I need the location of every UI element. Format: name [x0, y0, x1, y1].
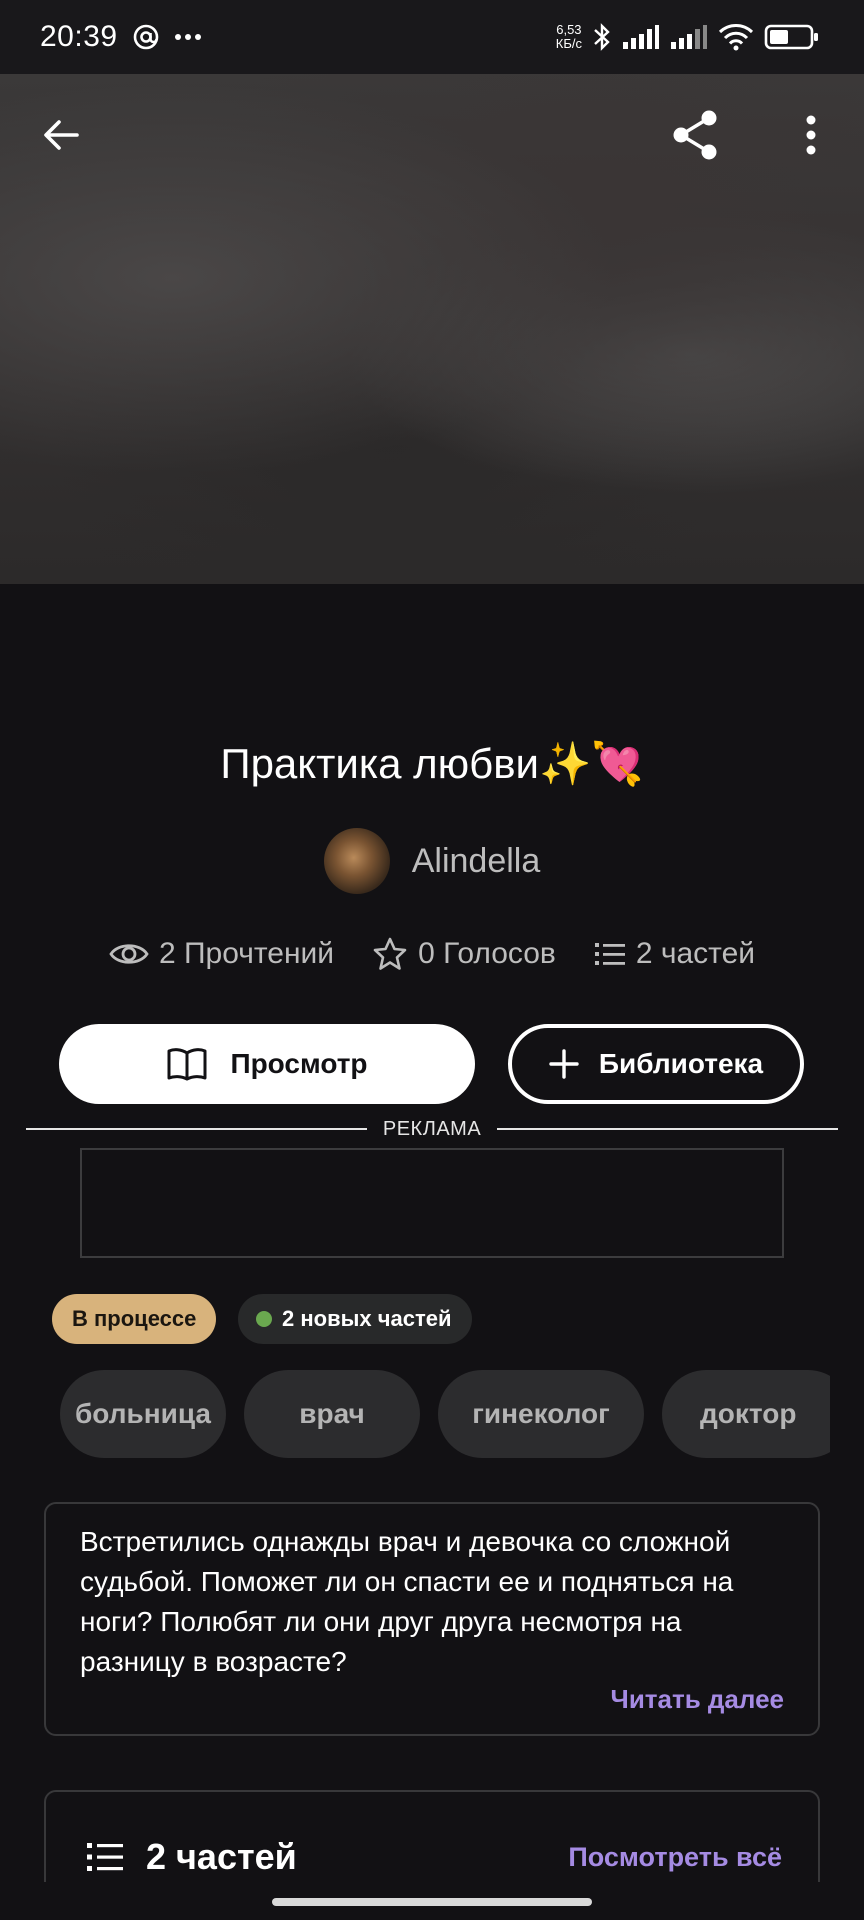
- status-badge-label: В процессе: [72, 1306, 197, 1331]
- ad-label: РЕКЛАМА: [382, 1117, 482, 1140]
- story-title: Практика любви✨💘: [220, 740, 644, 787]
- share-icon: [673, 110, 717, 160]
- tag-chip[interactable]: доктор: [662, 1370, 830, 1458]
- status-time: 20:39: [40, 20, 118, 53]
- share-button[interactable]: [660, 100, 730, 170]
- ad-divider: РЕКЛАМА: [26, 1116, 839, 1142]
- add-to-library-button[interactable]: Библиотека: [508, 1024, 804, 1104]
- author-name[interactable]: Alindella: [412, 842, 541, 881]
- bluetooth-icon: [592, 22, 612, 52]
- author-link[interactable]: Alindella: [0, 828, 864, 894]
- book-icon: [167, 1048, 207, 1081]
- new-indicator-dot: [256, 1311, 272, 1327]
- wifi-icon: [718, 23, 754, 51]
- parts-count: 2 частей: [635, 937, 756, 970]
- description-card: Встретились однажды врач и девочка со сл…: [44, 1502, 820, 1736]
- signal-icon: [622, 24, 660, 50]
- author-avatar[interactable]: [323, 828, 390, 894]
- status-badge: В процессе: [52, 1294, 217, 1344]
- tags-list[interactable]: больница врач гинеколог доктор: [60, 1370, 830, 1458]
- tag-chip[interactable]: врач: [244, 1370, 420, 1458]
- tag-chip[interactable]: гинеколог: [438, 1370, 644, 1458]
- votes-stat: 0 Голосов: [372, 936, 556, 972]
- at-sign-icon: [132, 23, 160, 51]
- reads-count: 2 Прочтений: [158, 937, 335, 970]
- read-more-link[interactable]: Читать далее: [611, 1684, 784, 1715]
- list-icon: [87, 1843, 123, 1871]
- parts-stat: 2 частей: [594, 937, 755, 971]
- new-parts-badge: 2 новых частей: [238, 1294, 472, 1344]
- more-notifications-icon: [174, 32, 202, 42]
- description-text: Встретились однажды врач и девочка со сл…: [80, 1526, 734, 1677]
- tag-chip[interactable]: больница: [60, 1370, 226, 1458]
- back-button[interactable]: [26, 100, 96, 170]
- more-options-button[interactable]: [776, 100, 846, 170]
- plus-icon: [549, 1049, 579, 1079]
- story-stats: 2 Прочтений 0 Голосов 2 частей: [0, 936, 864, 972]
- ad-line-left: [26, 1128, 367, 1130]
- network-speed-value: 6,53: [556, 22, 582, 37]
- vertical-dots-icon: [806, 115, 816, 155]
- reads-stat: 2 Прочтений: [109, 937, 334, 971]
- parts-title: 2 частей: [146, 1836, 297, 1877]
- network-speed: 6,53 КБ/с: [556, 23, 582, 51]
- battery-icon: [764, 23, 820, 51]
- view-button[interactable]: Просмотр: [59, 1024, 475, 1104]
- ad-line-right: [497, 1128, 839, 1130]
- network-speed-unit: КБ/с: [555, 36, 582, 51]
- ad-banner[interactable]: [80, 1148, 784, 1258]
- votes-count: 0 Голосов: [418, 937, 556, 970]
- see-all-link[interactable]: Посмотреть всё: [568, 1842, 782, 1873]
- new-parts-label: 2 новых частей: [282, 1306, 452, 1331]
- star-icon: [373, 937, 407, 970]
- signal-icon-2: [670, 24, 708, 50]
- list-icon: [594, 943, 625, 965]
- home-indicator[interactable]: [272, 1898, 592, 1906]
- status-bar: 20:39 6,53 КБ/с: [0, 0, 864, 74]
- library-button-label: Библиотека: [598, 1048, 764, 1079]
- story-cover-image: [0, 74, 864, 584]
- view-button-label: Просмотр: [230, 1048, 368, 1079]
- eye-icon: [109, 944, 149, 964]
- arrow-left-icon: [44, 120, 79, 150]
